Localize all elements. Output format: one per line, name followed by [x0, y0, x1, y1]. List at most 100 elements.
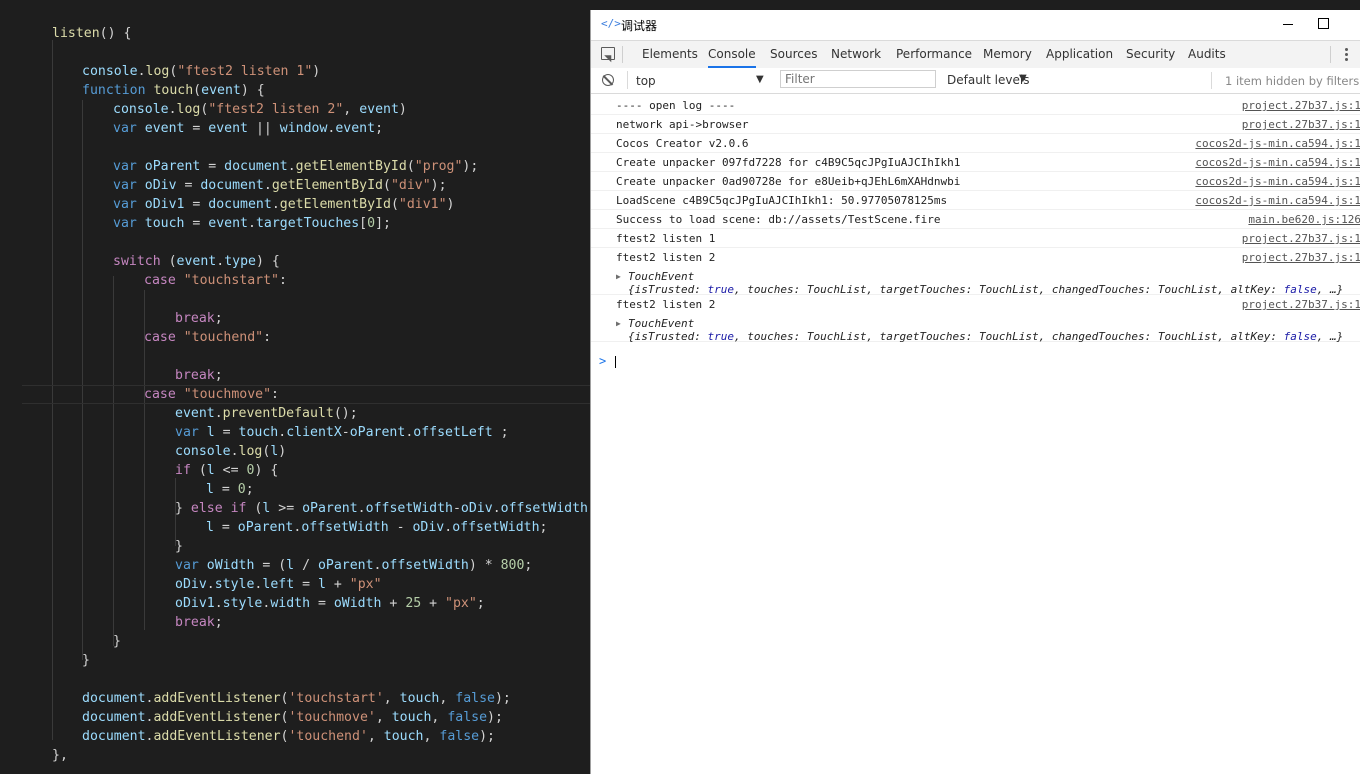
code-line: switch (event.type) {	[113, 252, 280, 271]
source-link[interactable]: cocos2d-js-min.ca594.js:1	[1195, 175, 1360, 188]
code-token: ;	[375, 121, 384, 136]
code-token: (	[193, 83, 202, 98]
tab-sources[interactable]: Sources	[770, 41, 817, 68]
code-token: }	[175, 539, 183, 554]
code-token: type	[224, 254, 256, 269]
code-token: event	[175, 406, 215, 421]
code-token: log	[238, 444, 263, 459]
code-token: =	[184, 216, 209, 231]
code-token: getElementById	[279, 197, 391, 212]
code-token: "touchmove"	[183, 387, 272, 402]
divider	[622, 46, 623, 63]
console-message: LoadScene c4B9C5qcJPgIuAJCIhIkh1: 50.977…	[591, 191, 1360, 210]
code-line: break;	[175, 366, 223, 385]
code-line: listen() {	[52, 24, 131, 43]
source-link[interactable]: cocos2d-js-min.ca594.js:1	[1195, 137, 1360, 150]
code-line: var event = event || window.event;	[113, 119, 383, 138]
code-token: var	[113, 159, 145, 174]
code-token: document	[224, 159, 288, 174]
code-token: offsetWidth	[365, 501, 453, 516]
more-options-icon[interactable]	[1345, 48, 1348, 62]
code-brackets-icon: </>	[601, 17, 621, 30]
code-token: false	[455, 691, 495, 706]
code-token: touch	[383, 729, 424, 744]
code-token: event	[176, 254, 217, 269]
console-message: Success to load scene: db://assets/TestS…	[591, 210, 1360, 229]
source-link[interactable]: cocos2d-js-min.ca594.js:1	[1195, 194, 1360, 207]
code-token: break	[175, 368, 215, 383]
code-token: offsetWidth	[452, 520, 540, 535]
console-input-caret[interactable]	[615, 356, 616, 368]
code-token: 'touchstart'	[288, 691, 384, 706]
code-token: ();	[333, 406, 358, 421]
code-token: ) {	[240, 83, 265, 98]
code-token: left	[262, 577, 295, 592]
console-message: ftest2 listen 2 project.27b37.js:1 ▶ TouchE…	[591, 248, 1360, 296]
code-token: +	[421, 596, 446, 611]
source-link[interactable]: project.27b37.js:1	[1242, 232, 1360, 245]
filter-input[interactable]	[780, 70, 936, 88]
context-selector[interactable]: top ▼	[627, 71, 768, 89]
code-token: offsetWidth	[500, 501, 588, 516]
tab-security[interactable]: Security	[1126, 41, 1175, 68]
source-link[interactable]: cocos2d-js-min.ca594.js:1	[1195, 156, 1360, 169]
source-link[interactable]: project.27b37.js:1	[1242, 298, 1360, 311]
tab-performance[interactable]: Performance	[896, 41, 972, 68]
code-line: event.preventDefault();	[175, 404, 358, 423]
divider	[1330, 46, 1331, 63]
code-token: offsetWidth	[381, 558, 469, 573]
code-token: :	[263, 330, 272, 345]
console-message: Create unpacker 097fd7228 for c4B9C5qcJP…	[591, 153, 1360, 172]
source-link[interactable]: project.27b37.js:1	[1242, 118, 1360, 131]
code-token: listen	[52, 26, 100, 41]
tab-audits[interactable]: Audits	[1188, 41, 1226, 68]
console-message: ftest2 listen 1 project.27b37.js:1	[591, 229, 1360, 248]
code-token: = (	[254, 558, 287, 573]
source-link[interactable]: project.27b37.js:1	[1242, 99, 1360, 112]
expand-triangle-icon[interactable]: ▶	[616, 319, 621, 328]
message-text: ftest2 listen 2	[616, 298, 716, 311]
code-token: l	[286, 558, 295, 573]
code-token: addEventListener	[153, 710, 281, 725]
code-token: <=	[214, 463, 247, 478]
code-token: .	[168, 102, 177, 117]
tab-elements[interactable]: Elements	[642, 41, 698, 68]
inspect-element-icon[interactable]	[601, 47, 615, 60]
minimize-button[interactable]	[1273, 12, 1303, 36]
code-token: "touchstart"	[183, 273, 279, 288]
source-link[interactable]: main.be620.js:126	[1248, 213, 1360, 226]
tab-application[interactable]: Application	[1046, 41, 1113, 68]
source-link[interactable]: project.27b37.js:1	[1242, 251, 1360, 264]
code-token: .	[278, 425, 287, 440]
tab-console[interactable]: Console	[708, 41, 756, 68]
console-prompt-icon: >	[599, 354, 607, 368]
code-token: event	[335, 121, 376, 136]
console-message: Create unpacker 0ad90728e for e8Ueib+qJE…	[591, 172, 1360, 191]
code-token: .	[444, 520, 453, 535]
code-token: :	[278, 273, 287, 288]
code-token: .	[216, 254, 225, 269]
code-token: 0	[367, 216, 376, 231]
clear-console-icon[interactable]	[602, 74, 614, 86]
expand-triangle-icon[interactable]: ▶	[616, 272, 621, 281]
code-token: )	[312, 64, 321, 79]
tab-network[interactable]: Network	[831, 41, 881, 68]
code-token: ,	[367, 729, 384, 744]
log-levels-dropdown[interactable]: Default levels	[947, 73, 1029, 87]
code-token: ;	[214, 311, 223, 326]
code-token: =	[294, 577, 318, 592]
current-line-highlight	[22, 385, 590, 404]
code-token: );	[462, 159, 479, 174]
code-token: event	[208, 216, 248, 231]
code-token: 0	[237, 482, 246, 497]
code-token: width	[270, 596, 311, 611]
tab-memory[interactable]: Memory	[983, 41, 1032, 68]
maximize-button[interactable]	[1309, 12, 1339, 36]
code-token: touch	[153, 83, 194, 98]
code-editor[interactable]: listen() {console.log("ftest2 listen 1")…	[0, 0, 590, 774]
code-line: l = 0;	[206, 480, 254, 499]
code-token: /	[294, 558, 318, 573]
code-token: document	[82, 691, 146, 706]
code-token: var	[175, 558, 207, 573]
code-token: oWidth	[206, 558, 255, 573]
